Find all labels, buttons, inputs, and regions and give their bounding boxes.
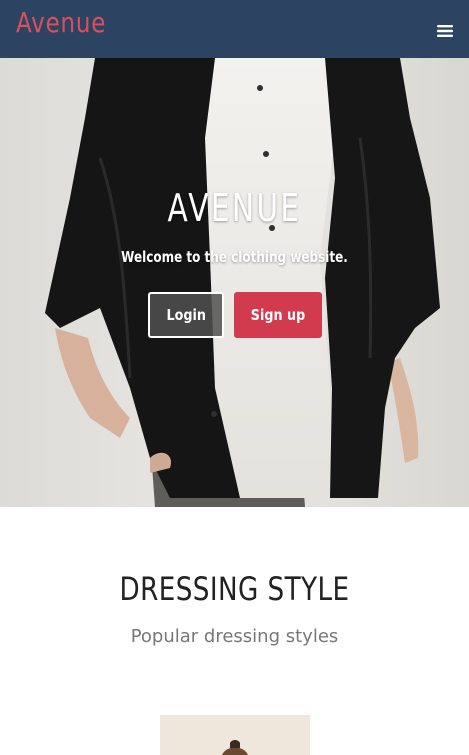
hero-photo bbox=[0, 58, 469, 507]
style-card-image[interactable] bbox=[160, 715, 310, 755]
menu-toggle-button[interactable] bbox=[430, 14, 460, 42]
login-button-label: Login bbox=[166, 306, 206, 324]
signup-button[interactable]: Sign up bbox=[234, 292, 322, 338]
hero-subtitle: Welcome to the clothing website. bbox=[121, 248, 348, 266]
hero-section: AVENUE Welcome to the clothing website. … bbox=[0, 58, 469, 507]
section-title: DRESSING STYLE bbox=[119, 570, 350, 608]
login-button[interactable]: Login bbox=[148, 292, 224, 338]
navbar: Avenue bbox=[0, 0, 469, 58]
section-subtitle: Popular dressing styles bbox=[130, 626, 339, 647]
hero-title: AVENUE bbox=[167, 186, 302, 230]
style-card-photo bbox=[160, 715, 310, 755]
brand-logo[interactable]: Avenue bbox=[16, 6, 106, 39]
hamburger-menu-icon bbox=[437, 25, 453, 37]
signup-button-label: Sign up bbox=[250, 306, 306, 324]
